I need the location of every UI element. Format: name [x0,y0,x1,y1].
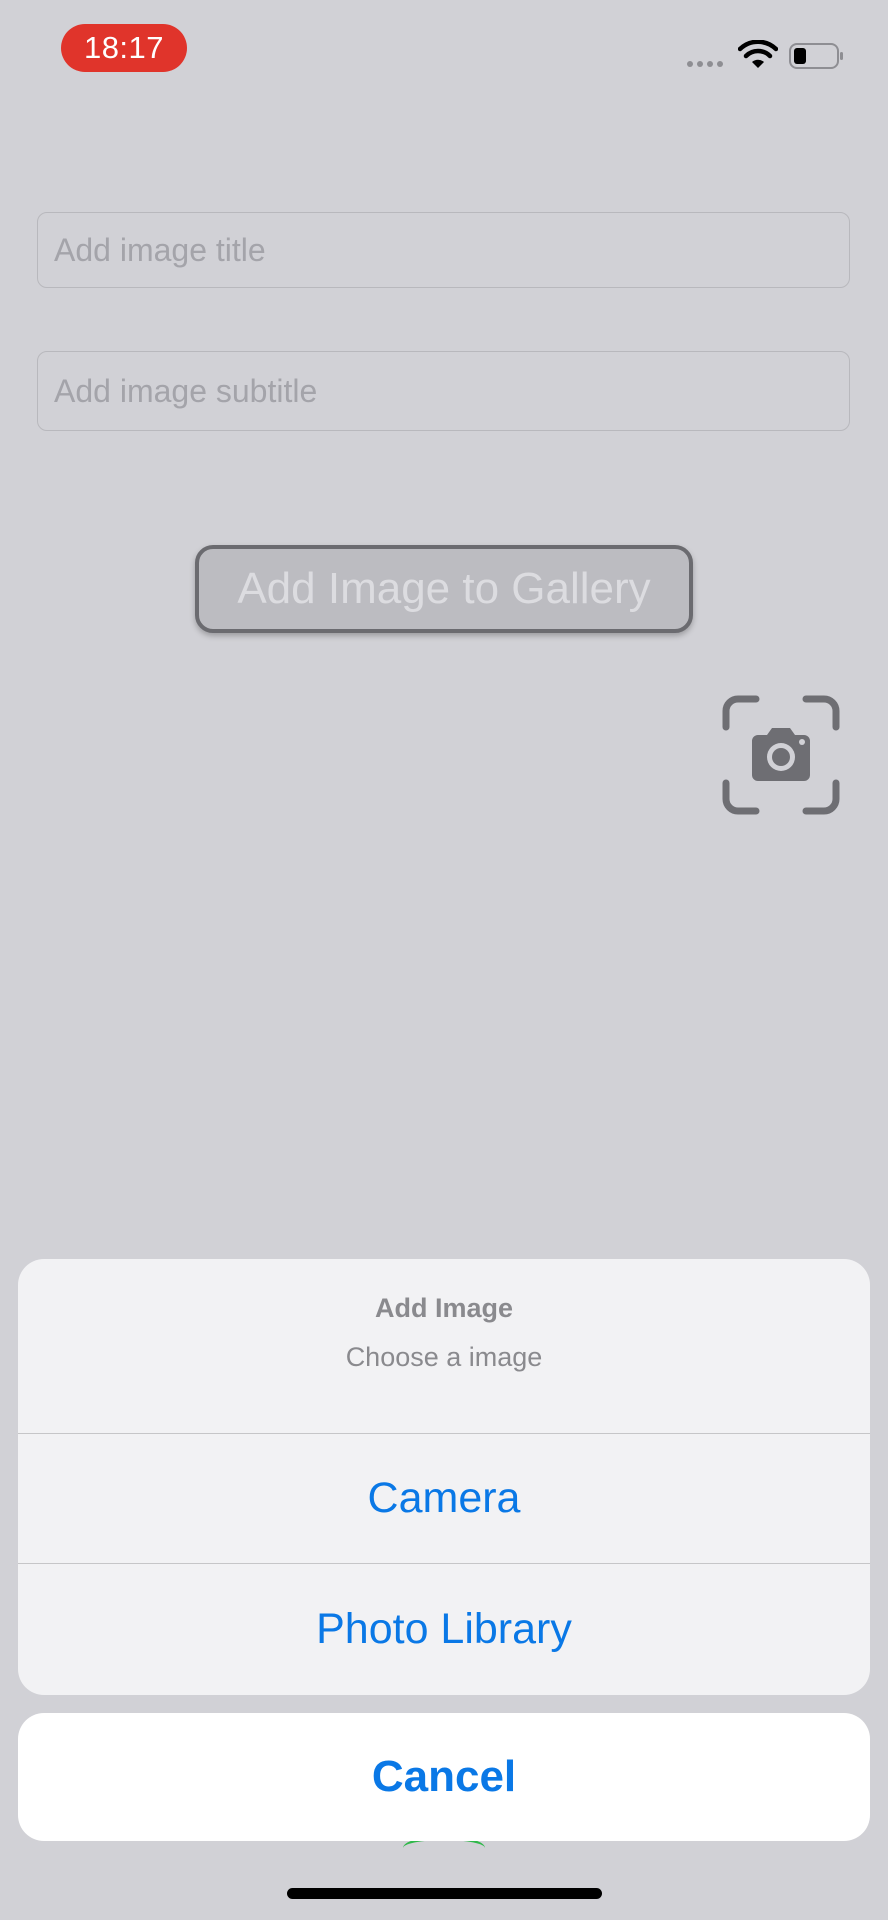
home-indicator[interactable] [287,1888,602,1899]
image-title-placeholder: Add image title [54,231,266,268]
battery-icon [789,43,843,69]
action-sheet-message: Choose a image [345,1342,543,1372]
image-subtitle-input[interactable]: Add image subtitle [37,351,850,431]
image-title-input[interactable]: Add image title [37,212,850,288]
camera-action-button[interactable]: Camera [18,1434,870,1564]
cellular-signal-icon [687,61,723,67]
action-sheet: Add Image Choose a image Camera Photo Li… [18,1259,870,1695]
action-sheet-header: Add Image Choose a image [18,1259,870,1434]
photo-library-action-button[interactable]: Photo Library [18,1564,870,1694]
action-sheet-title: Add Image [374,1293,514,1323]
camera-viewfinder-icon[interactable] [722,695,840,815]
add-image-to-gallery-button[interactable]: Add Image to Gallery [195,545,693,633]
wifi-icon [738,40,778,68]
cancel-button[interactable]: Cancel [18,1713,870,1841]
status-bar: 18:17 [0,0,888,110]
status-time: 18:17 [61,24,187,72]
image-subtitle-placeholder: Add image subtitle [54,372,318,409]
